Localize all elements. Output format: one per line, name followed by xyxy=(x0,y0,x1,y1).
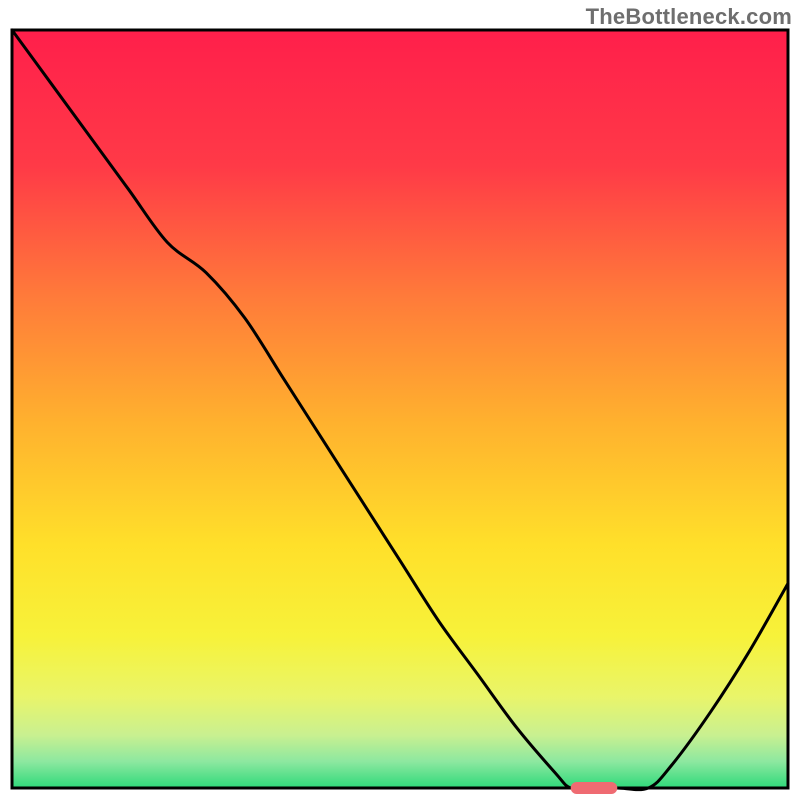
bottleneck-chart: TheBottleneck.com xyxy=(0,0,800,800)
optimal-marker xyxy=(571,782,618,794)
chart-svg xyxy=(0,0,800,800)
plot-background xyxy=(12,30,788,788)
watermark-text: TheBottleneck.com xyxy=(586,4,792,30)
